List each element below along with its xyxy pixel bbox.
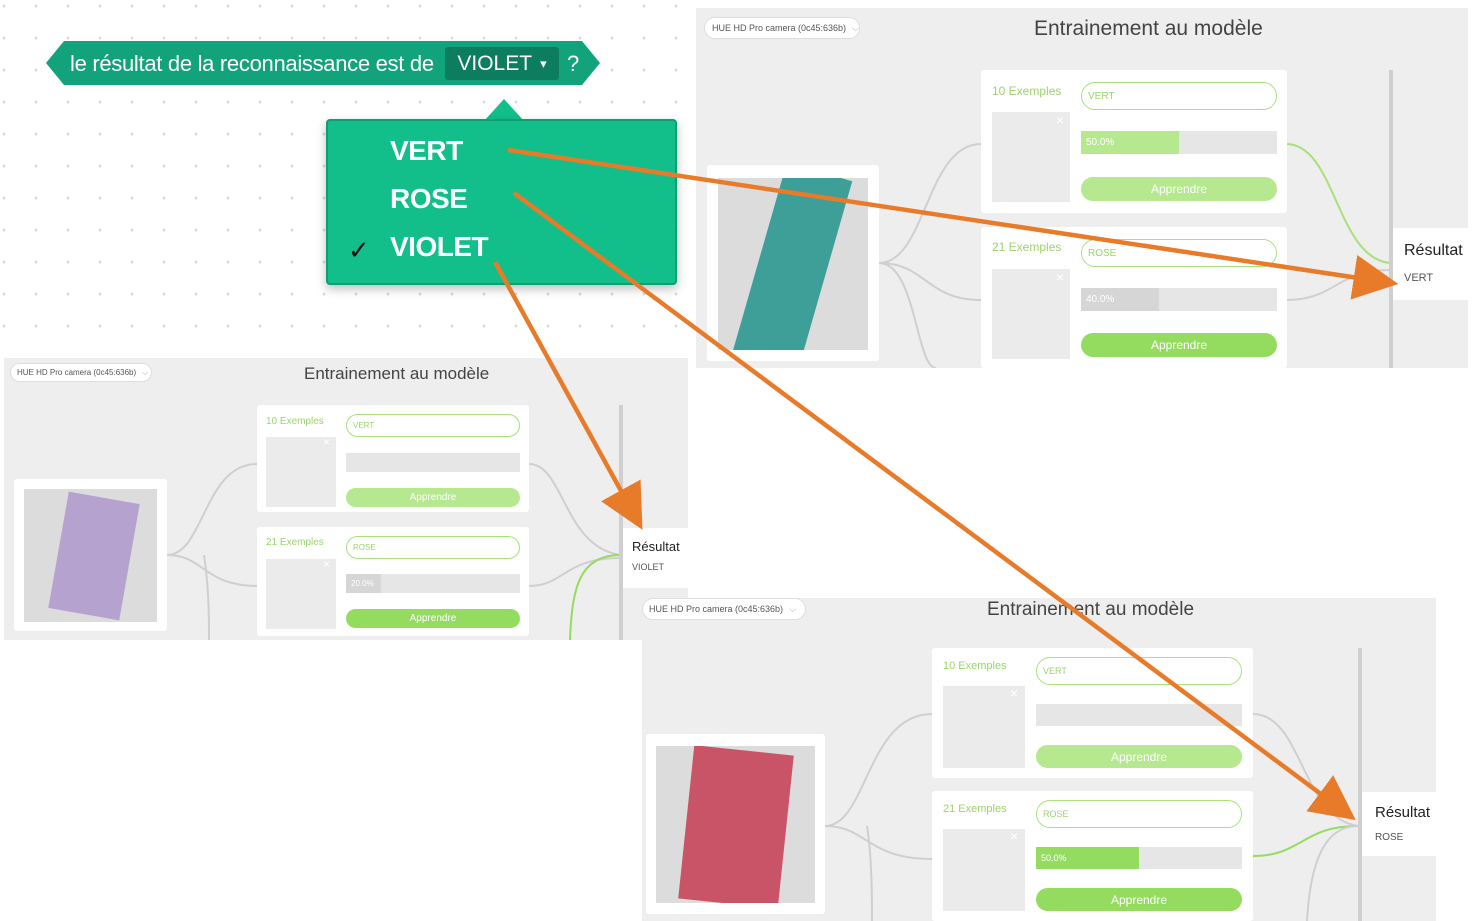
arrow-violet (493, 260, 643, 530)
arrow-rose (512, 191, 1356, 821)
arrow-vert (507, 147, 1399, 300)
annotation-arrows (493, 147, 1399, 821)
